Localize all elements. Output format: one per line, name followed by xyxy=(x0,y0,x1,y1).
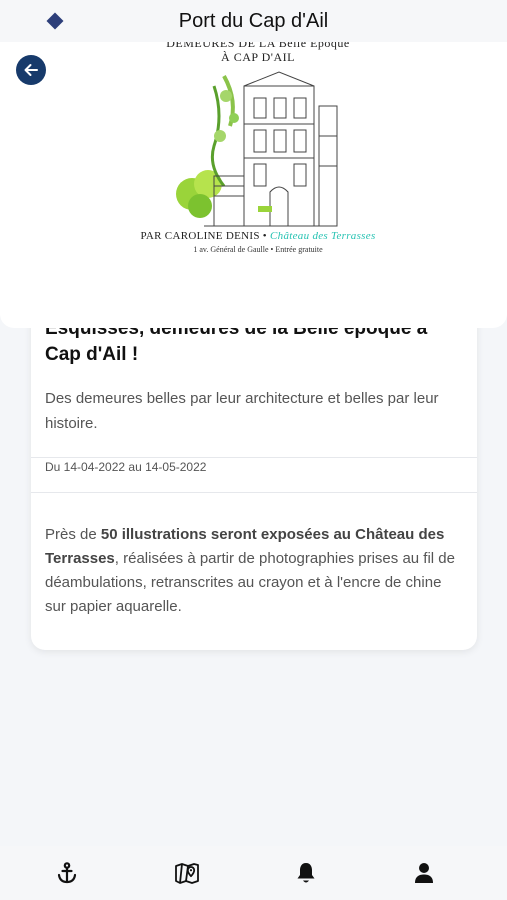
divider xyxy=(31,457,477,458)
map-icon xyxy=(175,863,199,884)
event-dates: Du 14-04-2022 au 14-05-2022 xyxy=(45,460,207,474)
event-card: Esquisses, demeures de la Belle époque à… xyxy=(31,290,477,650)
poster-credit: PAR CAROLINE DENIS • Château des Terrass… xyxy=(140,230,376,242)
poster-credit-author: PAR CAROLINE DENIS • xyxy=(140,230,267,242)
poster-heading: DEMEURES DE LA Belle Époque À CAP D'AIL xyxy=(140,42,376,64)
tab-profile[interactable] xyxy=(409,858,439,888)
tab-notifications[interactable] xyxy=(291,858,321,888)
divider xyxy=(31,492,477,493)
poster-credit-place: Château des Terrasses xyxy=(270,230,376,242)
page-title: Port du Cap d'Ail xyxy=(178,9,329,32)
tab-port[interactable] xyxy=(52,858,82,888)
poster-heading-line2: À CAP D'AIL xyxy=(221,50,295,64)
app-header: Port du Cap d'Ail xyxy=(0,0,507,42)
house-illustration xyxy=(176,71,338,227)
bottom-tab-bar xyxy=(0,846,507,900)
bell-icon xyxy=(297,863,315,883)
poster-address: 1 av. Général de Gaulle • Entrée gratuit… xyxy=(193,245,323,254)
event-poster-image: DEMEURES DE LA Belle Époque À CAP D'AIL xyxy=(0,42,507,328)
user-icon xyxy=(415,863,433,883)
anchor-icon xyxy=(57,862,77,884)
arrow-left-icon xyxy=(24,64,38,76)
tab-map[interactable] xyxy=(172,858,202,888)
poster-heading-line1: DEMEURES DE LA Belle Époque xyxy=(166,42,350,50)
back-button[interactable] xyxy=(16,55,46,85)
event-description: Près de 50 illustrations seront exposées… xyxy=(45,523,465,619)
app-logo-icon xyxy=(46,12,64,30)
event-description-pre: Près de xyxy=(45,526,101,543)
event-lead: Des demeures belles par leur architectur… xyxy=(45,390,439,432)
poster: DEMEURES DE LA Belle Époque À CAP D'AIL xyxy=(140,42,376,272)
